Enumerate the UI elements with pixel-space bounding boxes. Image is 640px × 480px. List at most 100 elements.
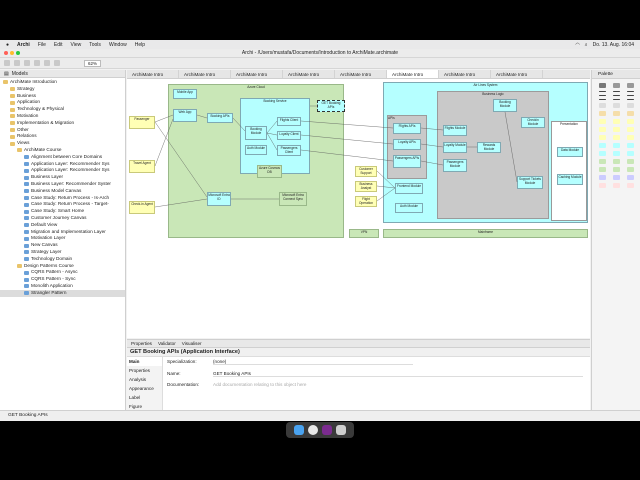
relation-icon[interactable] [613, 95, 620, 96]
tree-folder-item[interactable]: Implementation & Migration [0, 120, 125, 127]
tab-visualiser[interactable]: Visualiser [182, 341, 202, 346]
entra-connect-node[interactable]: Microsoft Entra Connect Sync [279, 192, 307, 206]
technology-element-icon[interactable] [599, 167, 606, 172]
section-analysis[interactable]: Analysis [127, 375, 162, 384]
tree-folder-item[interactable]: Relations [0, 133, 125, 140]
passenger-actor[interactable]: Passenger [129, 116, 155, 129]
tree-view-item[interactable]: CQRS Pattern - Sync [0, 276, 125, 283]
specialization-select[interactable]: (none) [213, 358, 413, 365]
flight-operation-actor[interactable]: Flight Operation [355, 196, 377, 207]
get-booking-apis-node[interactable]: GET Booking APIs [317, 100, 345, 112]
presentation-group[interactable]: Presentation [551, 121, 587, 221]
business-element-icon[interactable] [599, 127, 606, 132]
relation-icon[interactable] [613, 99, 620, 100]
tree-view-item[interactable]: Case Study: Return Process - Is-Arch [0, 195, 125, 202]
zoom-window-button[interactable] [16, 51, 20, 55]
tree-folder-item[interactable]: Technology & Physical [0, 106, 125, 113]
menu-edit[interactable]: Edit [54, 42, 63, 48]
tree-view-item[interactable]: Application Layer: Recommender Sys [0, 161, 125, 168]
trash-dock-icon[interactable] [336, 425, 346, 435]
application-element-icon[interactable] [599, 151, 606, 156]
vpn-node[interactable]: VPN [349, 229, 379, 238]
web-app-node[interactable]: Web App [173, 109, 197, 122]
open-model-icon[interactable] [14, 60, 20, 66]
motivation-element-icon[interactable] [613, 175, 620, 180]
relation-icon[interactable] [627, 95, 634, 96]
junction-icon[interactable] [627, 103, 634, 108]
flights-apis-node[interactable]: Flights APIs [393, 123, 421, 134]
loyalty-client-node[interactable]: Loyalty Client [277, 131, 301, 140]
strategy-element-icon[interactable] [627, 111, 634, 116]
relation-icon[interactable] [599, 99, 606, 100]
tree-folder-item[interactable]: Motivation [0, 113, 125, 120]
editor-tab[interactable]: ArchiMate Intro [439, 70, 491, 78]
editor-tab[interactable]: ArchiMate Intro [283, 70, 335, 78]
tree-view-item[interactable]: Technology Domain [0, 256, 125, 263]
motivation-element-icon[interactable] [627, 175, 634, 180]
technology-element-icon[interactable] [627, 167, 634, 172]
customer-support-actor[interactable]: Customer Support [355, 166, 377, 177]
wifi-icon[interactable]: ◠ [575, 42, 579, 48]
chrome-dock-icon[interactable] [308, 425, 318, 435]
section-appearance[interactable]: Appearance [127, 384, 162, 393]
business-element-icon[interactable] [613, 119, 620, 124]
travel-agent-actor[interactable]: Travel Agent [129, 160, 155, 173]
strategy-element-icon[interactable] [599, 111, 606, 116]
close-window-button[interactable] [4, 51, 8, 55]
editor-tab-active[interactable]: ArchiMate Intro [387, 70, 439, 78]
tree-view-item[interactable]: Migration and Implementation Layer [0, 229, 125, 236]
apple-icon[interactable]: ● [6, 42, 9, 48]
frontend-module-node[interactable]: Frontend Module [395, 183, 423, 194]
tree-folder-item[interactable]: Strategy [0, 86, 125, 93]
menu-help[interactable]: Help [135, 42, 145, 48]
note-icon[interactable] [599, 103, 606, 108]
relation-icon[interactable] [599, 95, 606, 96]
tree-view-item[interactable]: Strangler Pattern [0, 289, 125, 297]
editor-tab[interactable]: ArchiMate Intro [231, 70, 283, 78]
business-element-icon[interactable] [599, 135, 606, 140]
tree-view-item[interactable]: Business Layer [0, 174, 125, 181]
support-module-node[interactable]: Support Tickets Module [517, 176, 543, 189]
mainframe-node[interactable]: Mainframe [383, 229, 588, 238]
application-element-icon[interactable] [599, 143, 606, 148]
zoom-combo[interactable]: 62% [84, 59, 102, 67]
application-element-icon[interactable] [627, 143, 634, 148]
clock[interactable]: Do. 13. Aug. 16:04 [593, 42, 634, 48]
menu-view[interactable]: View [71, 42, 82, 48]
relation-icon[interactable] [627, 99, 634, 100]
archi-dock-icon[interactable] [322, 425, 332, 435]
booking-apis-node[interactable]: Booking APIs [207, 113, 233, 123]
business-analyst-actor[interactable]: Business Analyst [355, 181, 377, 192]
section-properties[interactable]: Properties [127, 366, 162, 375]
entra-id-node[interactable]: Microsoft Entra ID [207, 192, 231, 206]
undo-icon[interactable] [34, 60, 40, 66]
passengers-client-node[interactable]: Passengers Client [277, 145, 301, 156]
menu-tools[interactable]: Tools [89, 42, 101, 48]
tree-view-item[interactable]: Strategy Layer [0, 249, 125, 256]
delete-icon[interactable] [54, 60, 60, 66]
business-element-icon[interactable] [627, 127, 634, 132]
search-icon[interactable]: ⌕ [585, 42, 588, 48]
select-tool-icon[interactable] [599, 83, 606, 88]
passengers-apis-node[interactable]: Passengers APIs [393, 155, 421, 168]
tree-view-item[interactable]: Motivation Layer [0, 235, 125, 242]
relation-icon[interactable] [599, 91, 606, 92]
editor-tab[interactable]: ArchiMate Intro [335, 70, 387, 78]
strategy-element-icon[interactable] [613, 111, 620, 116]
diagram-canvas[interactable]: Azure Cloud Booking Service GET Booking … [127, 79, 590, 338]
minimize-window-button[interactable] [10, 51, 14, 55]
implementation-element-icon[interactable] [627, 183, 634, 188]
tree-view-item[interactable]: Business Layer: Recommender Syster [0, 181, 125, 188]
technology-element-icon[interactable] [599, 159, 606, 164]
booking-module-node[interactable]: Booking Module [245, 126, 267, 140]
section-label[interactable]: Label [127, 393, 162, 402]
marquee-tool-icon[interactable] [613, 83, 620, 88]
passengers-module-node[interactable]: Passengers Module [443, 159, 467, 172]
tree-view-item[interactable]: Monolith Application [0, 283, 125, 290]
tree-view-item[interactable]: Case Study: Return Process - Target- [0, 201, 125, 208]
editor-tab[interactable]: ArchiMate Intro [127, 70, 179, 78]
format-painter-icon[interactable] [627, 83, 634, 88]
tab-validator[interactable]: Validator [158, 341, 176, 346]
business-element-icon[interactable] [599, 119, 606, 124]
tree-view-item[interactable]: CQRS Pattern - Async [0, 269, 125, 276]
